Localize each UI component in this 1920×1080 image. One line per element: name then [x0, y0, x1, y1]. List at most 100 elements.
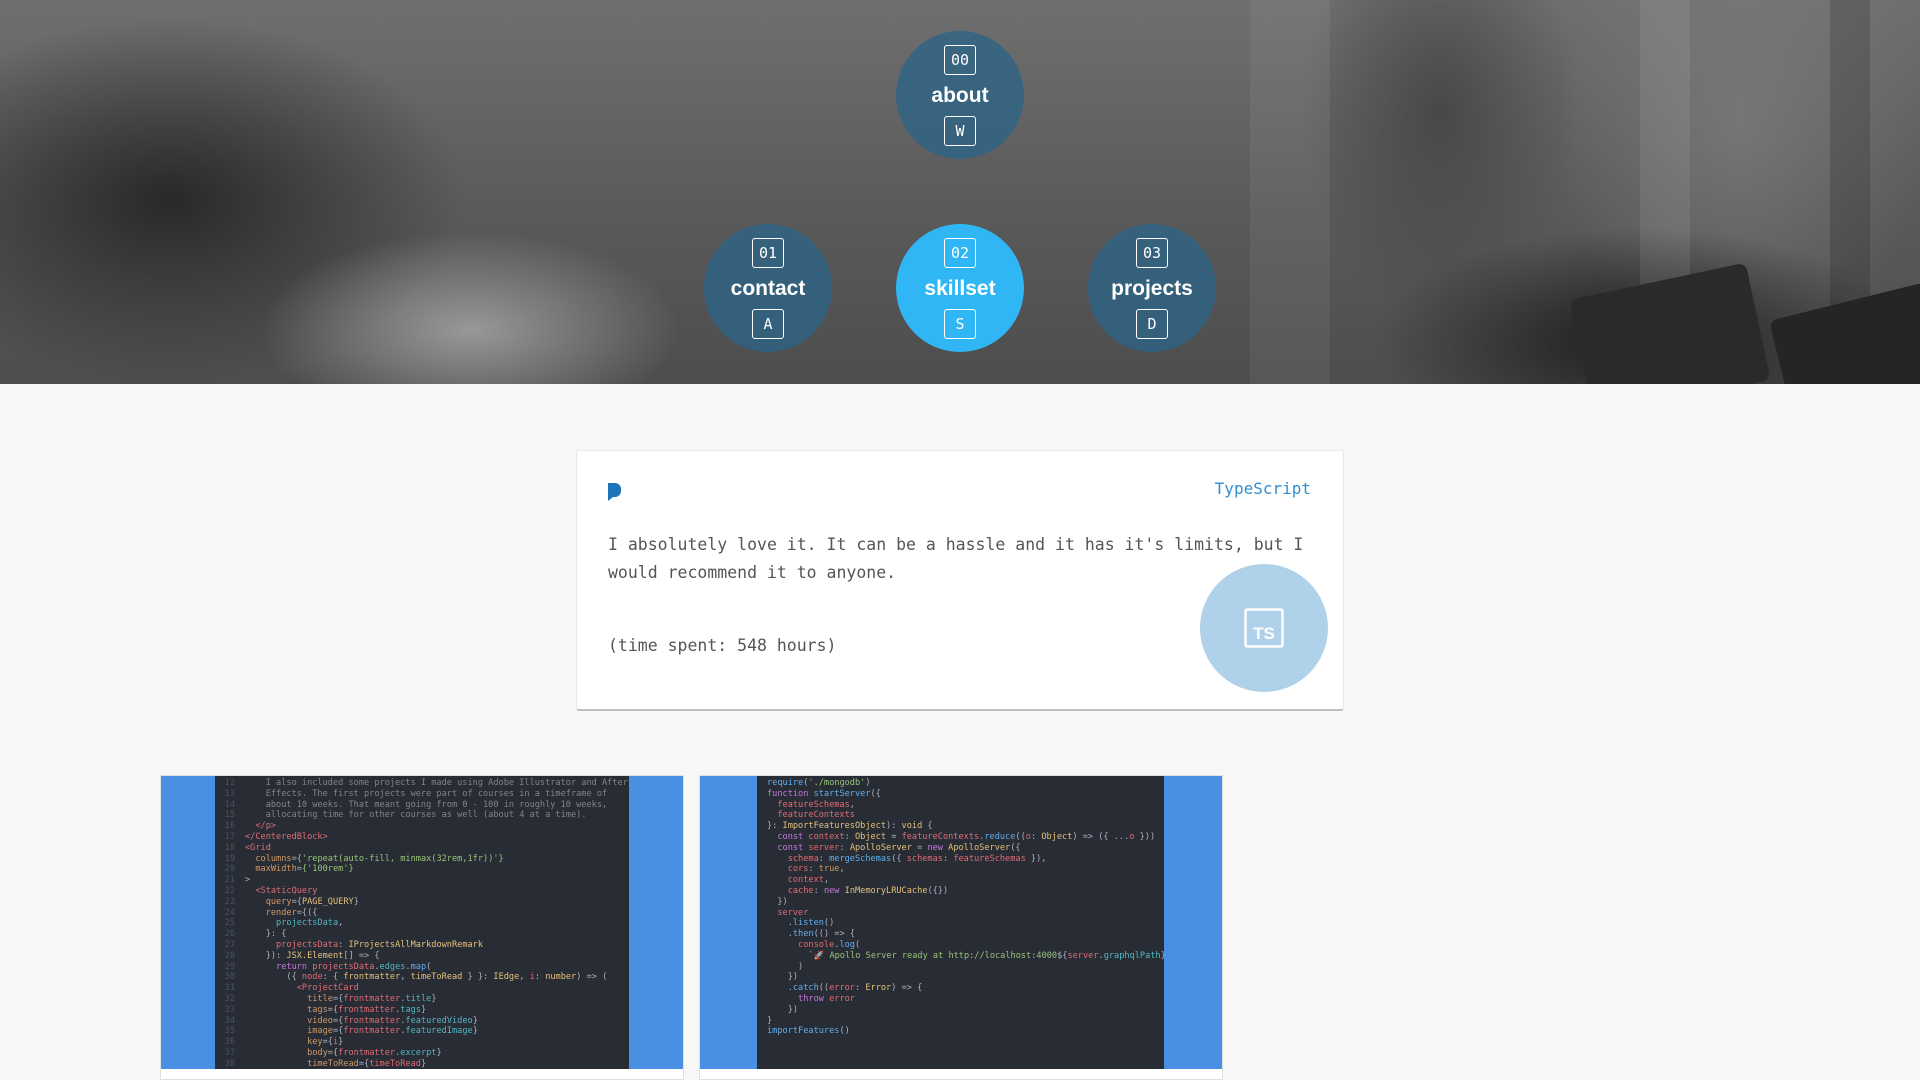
code-token: featureSchemas — [767, 799, 850, 810]
nav-item-about[interactable]: 00 about W — [896, 31, 1024, 159]
code-line-number: 32 — [224, 993, 235, 1004]
code-token: ): — [886, 821, 902, 832]
code-line: server — [767, 908, 1164, 919]
code-line-number: 23 — [224, 896, 235, 907]
hero-background: 00 about W 01 contact A 02 skillset S 03… — [0, 0, 1920, 384]
code-token: ImportFeaturesObject — [782, 821, 887, 832]
code-token: = — [886, 831, 902, 842]
code-token: : — [844, 831, 855, 842]
code-token: : — [818, 853, 830, 864]
code-token: : { — [322, 972, 344, 983]
code-line: 28 }): JSX.Element[] => { — [215, 951, 629, 962]
code-token: JSX.Element — [286, 950, 344, 961]
code-token: ={({ — [296, 907, 318, 918]
code-line-number: 29 — [224, 961, 235, 972]
nav-item-contact[interactable]: 01 contact A — [704, 224, 832, 352]
code-token: I also included some projects I made usi… — [245, 778, 628, 788]
code-line-number: 18 — [224, 842, 235, 853]
code-token: . — [767, 929, 793, 940]
code-token: body — [245, 1047, 328, 1058]
code-token: { — [922, 821, 933, 832]
code-line: featureSchemas, — [767, 800, 1164, 811]
code-token: {'repeat(auto-fill, minmax(32rem,1fr))'} — [296, 853, 504, 864]
code-line: 16 </p> — [215, 821, 629, 832]
code-token: , — [839, 864, 845, 875]
code-token: title — [245, 993, 333, 1004]
code-token: title — [405, 993, 432, 1004]
code-token: } — [1161, 951, 1164, 961]
code-token: timeToRead — [410, 972, 463, 983]
code-token: : — [534, 972, 546, 983]
code-token: featureContexts — [901, 831, 980, 842]
code-line: 14 about 10 weeks. That meant going from… — [215, 800, 629, 811]
project-card-footer — [700, 1069, 1222, 1079]
code-token: ({ — [1010, 842, 1021, 853]
code-token: ={ — [291, 896, 302, 907]
nav-number: 02 — [944, 237, 976, 268]
nav-item-projects[interactable]: 03 projects D — [1088, 224, 1216, 352]
code-token: server — [767, 907, 809, 918]
nav-shortcut-key: D — [1136, 308, 1168, 339]
code-token: './mongodb' — [808, 778, 866, 788]
code-token: new — [927, 842, 949, 853]
code-token: > — [245, 875, 251, 886]
project-card[interactable]: 12 I also included some projects I made … — [160, 775, 684, 1080]
code-line-number: 33 — [224, 1004, 235, 1015]
code-token: console — [767, 939, 835, 950]
code-line: }) — [767, 897, 1164, 908]
typescript-logo-icon: TS — [1244, 608, 1284, 648]
nav-item-skillset[interactable]: 02 skillset S — [896, 224, 1024, 352]
code-token: image — [245, 1026, 333, 1037]
code-token: ({}) — [927, 885, 949, 896]
code-token: [] => { — [343, 950, 380, 961]
code-token: context — [808, 831, 845, 842]
typescript-badge-text: TS — [1253, 624, 1275, 643]
skill-description: I absolutely love it. It can be a hassle… — [608, 535, 1304, 582]
code-token: {'100rem'} — [301, 864, 354, 875]
code-line-number: 15 — [224, 810, 235, 821]
code-token: }: — [767, 821, 783, 832]
code-token: error — [829, 983, 855, 994]
project-code-screenshot: require('./mongodb') function startServer… — [757, 776, 1164, 1069]
code-token: ={ — [332, 993, 344, 1004]
code-line-number: 13 — [224, 788, 235, 799]
code-token: mergeSchemas — [829, 853, 892, 864]
code-token: context — [767, 875, 824, 886]
code-token: } — [472, 1026, 478, 1037]
code-line: 18 <Grid — [215, 843, 629, 854]
code-token: server — [1067, 950, 1099, 961]
code-token: ={ — [332, 1015, 344, 1026]
code-line: 26 }: { — [215, 929, 629, 940]
code-token: query — [245, 896, 292, 907]
code-token: projectsData — [245, 939, 339, 950]
code-token: about 10 weeks. That meant going from 0 … — [245, 799, 608, 810]
code-token: ( — [854, 939, 861, 950]
code-token: } }: — [462, 972, 494, 983]
code-line: .listen() — [767, 918, 1164, 929]
code-token: }) — [767, 896, 788, 907]
code-token: ApolloServer — [849, 842, 912, 853]
code-token: ={ — [322, 1037, 333, 1048]
code-token: <Grid — [245, 842, 271, 853]
code-line-number: 17 — [224, 831, 235, 842]
code-line: ) — [767, 962, 1164, 973]
code-line-number: 37 — [224, 1047, 235, 1058]
code-token: cache — [767, 885, 814, 896]
code-token: }) — [767, 972, 799, 983]
code-token: video — [245, 1015, 333, 1026]
project-card[interactable]: require('./mongodb') function startServer… — [699, 775, 1223, 1080]
skill-time-spent: (time spent: 548 hours) — [608, 636, 837, 655]
code-token: frontmatter — [338, 1047, 396, 1058]
code-line: 24 render={({ — [215, 908, 629, 919]
code-token: number — [545, 972, 577, 983]
code-token: `🚀 Apollo Server ready at http://localho… — [767, 950, 1058, 961]
code-line: const context: Object = featureContexts.… — [767, 832, 1164, 843]
code-line: 13 Effects. The first projects were part… — [215, 789, 629, 800]
code-token: } — [436, 1047, 442, 1058]
code-token: frontmatter — [343, 1015, 401, 1026]
code-token: (( — [1015, 831, 1026, 842]
code-line: 17 </CenteredBlock> — [215, 832, 629, 843]
code-line: .catch((error: Error) => { — [767, 983, 1164, 994]
code-line-number: 21 — [224, 875, 235, 886]
code-line: featureContexts — [767, 810, 1164, 821]
